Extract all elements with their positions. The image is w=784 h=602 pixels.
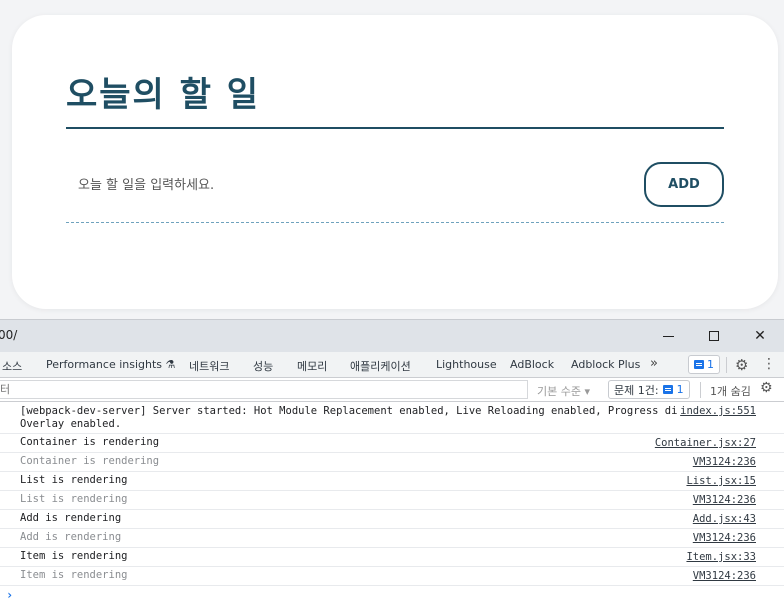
tab-sources[interactable]: 소스	[2, 358, 22, 374]
log-message: Add is rendering	[20, 512, 122, 524]
hidden-count: 1개 숨김	[710, 385, 751, 398]
tab-network[interactable]: 네트워크	[189, 358, 229, 374]
tab-performance-insights[interactable]: Performance insights ⚗	[46, 358, 175, 371]
window-url: 00/	[0, 328, 18, 342]
log-message: Add is rendering	[20, 531, 122, 543]
devtools-tabbar: 소스 Performance insights ⚗ 네트워크 성능 메모리 애플…	[0, 352, 784, 378]
log-row: Item is rendering Item.jsx:33	[0, 548, 784, 567]
log-message: List is rendering	[20, 474, 128, 486]
message-icon	[662, 385, 673, 394]
minimize-icon	[662, 335, 674, 337]
maximize-button[interactable]	[692, 320, 736, 352]
log-row: Item is rendering VM3124:236	[0, 567, 784, 586]
log-source-link[interactable]: VM3124:236	[690, 570, 756, 582]
close-icon: ✕	[754, 328, 766, 344]
log-source-link[interactable]: VM3124:236	[690, 532, 756, 544]
log-message: [webpack-dev-server] Server started: Hot…	[20, 405, 722, 430]
tab-adblock[interactable]: AdBlock	[510, 358, 554, 371]
page-title: 오늘의 할 일	[66, 75, 261, 115]
console-log: [webpack-dev-server] Server started: Hot…	[0, 402, 784, 602]
tab-lighthouse[interactable]: Lighthouse	[436, 358, 497, 371]
log-row: [webpack-dev-server] Server started: Hot…	[0, 402, 784, 434]
log-source-link[interactable]: Item.jsx:33	[684, 551, 756, 563]
devtools-titlebar: 00/ ✕	[0, 320, 784, 352]
log-row: Add is rendering VM3124:236	[0, 529, 784, 548]
log-source-link[interactable]: VM3124:236	[690, 456, 756, 468]
log-message: Container is rendering	[20, 455, 160, 467]
console-filterbar: 기본 수준 ▾ 문제 1건: 1 1개 숨김 ⚙	[0, 378, 784, 402]
log-row: Container is rendering Container.jsx:27	[0, 434, 784, 453]
message-icon	[694, 360, 704, 369]
gear-icon[interactable]: ⚙	[760, 380, 773, 396]
log-message: Item is rendering	[20, 569, 128, 581]
issues-badge[interactable]: 1	[688, 355, 720, 374]
todo-card: 오늘의 할 일 ADD	[12, 15, 778, 309]
log-source-link[interactable]: VM3124:236	[690, 494, 756, 506]
add-button[interactable]: ADD	[644, 162, 724, 207]
log-message: List is rendering	[20, 493, 128, 505]
kebab-menu-icon[interactable]: ⋮	[762, 356, 776, 372]
issues-badge-count: 1	[707, 358, 714, 371]
log-source-link[interactable]: index.js:551	[678, 405, 756, 417]
todo-input[interactable]	[78, 173, 598, 197]
issues-button[interactable]: 문제 1건: 1	[608, 380, 690, 399]
more-tabs-button[interactable]: »	[650, 356, 658, 371]
tab-performance[interactable]: 성능	[253, 358, 273, 374]
tab-application[interactable]: 애플리케이션	[350, 358, 411, 374]
close-button[interactable]: ✕	[738, 320, 782, 352]
log-level-select[interactable]: 기본 수준 ▾	[537, 383, 590, 399]
gear-icon[interactable]: ⚙	[735, 356, 748, 374]
filter-input[interactable]	[0, 380, 528, 399]
log-message: Item is rendering	[20, 550, 128, 562]
log-source-link[interactable]: Add.jsx:43	[690, 513, 756, 525]
console-prompt[interactable]: ›	[0, 586, 784, 602]
log-source-link[interactable]: Container.jsx:27	[652, 437, 756, 449]
toolbar-separator	[726, 357, 727, 373]
input-divider	[66, 222, 724, 223]
minimize-button[interactable]	[646, 320, 690, 352]
tab-adblock-plus[interactable]: Adblock Plus	[571, 358, 640, 371]
issues-count: 1	[676, 383, 684, 396]
devtools-window: 00/ ✕ 소스 Performance insights ⚗ 네트워크 성능 …	[0, 319, 784, 602]
toolbar-separator	[700, 382, 701, 398]
issues-label: 문제 1건:	[614, 383, 659, 397]
log-row: Container is rendering VM3124:236	[0, 453, 784, 472]
maximize-icon	[709, 331, 719, 341]
log-source-link[interactable]: List.jsx:15	[684, 475, 756, 487]
log-row: List is rendering VM3124:236	[0, 491, 784, 510]
title-divider	[66, 127, 724, 129]
tab-memory[interactable]: 메모리	[297, 358, 327, 374]
log-row: List is rendering List.jsx:15	[0, 472, 784, 491]
log-row: Add is rendering Add.jsx:43	[0, 510, 784, 529]
